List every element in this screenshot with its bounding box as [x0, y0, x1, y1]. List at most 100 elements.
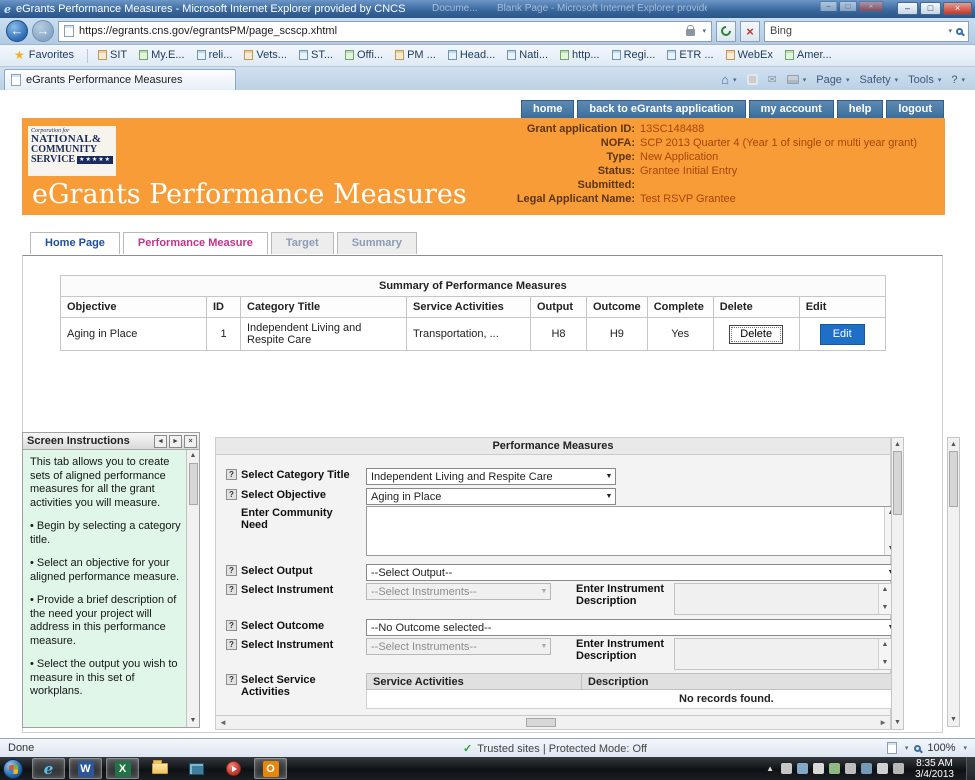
- app-title: eGrants Performance Measures: [32, 179, 467, 210]
- favorite-link[interactable]: Amer...: [779, 48, 838, 63]
- minimize-button[interactable]: –: [897, 2, 918, 15]
- tab-home-page[interactable]: Home Page: [30, 232, 120, 254]
- help-button[interactable]: ?▾: [951, 74, 965, 86]
- page-tabs: Home Page Performance Measure Target Sum…: [30, 232, 417, 254]
- tray-icon[interactable]: [861, 763, 872, 774]
- favicon-icon: [667, 50, 676, 60]
- page-menu[interactable]: Page▾: [816, 74, 849, 86]
- search-icon[interactable]: [956, 28, 963, 35]
- stop-button[interactable]: ×: [740, 21, 760, 42]
- forward-button[interactable]: →: [32, 20, 54, 42]
- search-dropdown-icon[interactable]: ▾: [948, 27, 952, 35]
- favorite-link[interactable]: Vets...: [238, 48, 293, 63]
- address-dropdown-icon[interactable]: ▾: [702, 27, 706, 35]
- start-button[interactable]: [3, 759, 23, 779]
- close-button[interactable]: ×: [943, 2, 972, 15]
- form-vertical-scrollbar[interactable]: ▲ ▼: [891, 437, 904, 730]
- star-icon: ★: [14, 48, 25, 62]
- nav-home-button[interactable]: home: [521, 100, 574, 119]
- favorite-link[interactable]: WebEx: [720, 48, 779, 63]
- read-mail-button[interactable]: ✉: [768, 73, 777, 86]
- url-text: https://egrants.cns.gov/egrantsPM/page_s…: [79, 25, 681, 37]
- print-button[interactable]: ▾: [787, 75, 807, 84]
- rss-icon: [747, 74, 758, 85]
- help-icon[interactable]: ?: [226, 620, 237, 631]
- form-horizontal-scrollbar[interactable]: ◄►: [216, 715, 890, 729]
- taskbar-word-button[interactable]: W: [69, 758, 102, 779]
- output-select[interactable]: --Select Output--▼: [366, 564, 898, 581]
- show-hidden-icons-button[interactable]: ▲: [764, 764, 776, 773]
- refresh-button[interactable]: [716, 21, 736, 42]
- favicon-icon: [345, 50, 354, 60]
- favorites-bar: ★ Favorites SIT My.E... reli... Vets... …: [0, 45, 975, 67]
- back-button[interactable]: ←: [6, 20, 28, 42]
- favorite-link[interactable]: http...: [554, 48, 606, 63]
- tray-icon[interactable]: [797, 763, 808, 774]
- network-icon[interactable]: [877, 763, 888, 774]
- nav-back-to-egrants-button[interactable]: back to eGrants application: [577, 100, 745, 119]
- edit-button[interactable]: Edit: [820, 324, 865, 345]
- community-need-textarea[interactable]: ▲▼: [366, 506, 898, 556]
- search-input[interactable]: Bing ▾: [764, 21, 969, 42]
- system-tray: ▲ 8:35 AM 3/4/2013: [764, 757, 975, 780]
- favorite-link[interactable]: Head...: [442, 48, 501, 63]
- tab-target[interactable]: Target: [271, 232, 334, 254]
- scrollbar-thumb[interactable]: [526, 718, 556, 727]
- taskbar-outlook-button[interactable]: O: [254, 758, 287, 779]
- taskbar-clock[interactable]: 8:35 AM 3/4/2013: [909, 758, 961, 780]
- chevron-down-icon[interactable]: ▾: [905, 744, 909, 752]
- favorite-link[interactable]: ETR ...: [661, 48, 719, 63]
- category-title-select[interactable]: Independent Living and Respite Care▼: [366, 468, 616, 485]
- taskbar-folder-button[interactable]: [143, 758, 176, 779]
- command-bar: ⌂▾ ✉ ▾ Page▾ Safety▾ Tools▾ ?▾: [721, 72, 971, 90]
- help-icon[interactable]: ?: [226, 639, 237, 650]
- prev-instruction-button[interactable]: ◄: [154, 435, 167, 448]
- taskbar-player-button[interactable]: [217, 758, 250, 779]
- address-input[interactable]: https://egrants.cns.gov/egrantsPM/page_s…: [58, 21, 712, 42]
- favorite-link[interactable]: Nati...: [501, 48, 554, 63]
- help-icon[interactable]: ?: [226, 674, 237, 685]
- window-controls: – □ ×: [897, 2, 972, 15]
- page-vertical-scrollbar[interactable]: ▲ ▼: [947, 437, 960, 727]
- favicon-icon: [612, 50, 621, 60]
- objective-select[interactable]: Aging in Place▼: [366, 488, 616, 505]
- favorite-link[interactable]: reli...: [191, 48, 239, 63]
- chevron-down-icon[interactable]: ▾: [963, 744, 967, 752]
- taskbar-app-button[interactable]: [180, 758, 213, 779]
- favorite-link[interactable]: My.E...: [133, 48, 190, 63]
- nav-help-button[interactable]: help: [837, 100, 884, 119]
- show-desktop-button[interactable]: [966, 757, 975, 780]
- tools-menu[interactable]: Tools▾: [908, 74, 941, 86]
- home-button[interactable]: ⌂▾: [721, 72, 736, 87]
- favorite-link[interactable]: Offi...: [339, 48, 389, 63]
- feeds-button[interactable]: [747, 74, 758, 85]
- outcome-select[interactable]: --No Outcome selected--▼: [366, 619, 898, 636]
- tray-icon[interactable]: [845, 763, 856, 774]
- help-icon[interactable]: ?: [226, 469, 237, 480]
- next-instruction-button[interactable]: ►: [169, 435, 182, 448]
- nav-my-account-button[interactable]: my account: [749, 100, 834, 119]
- help-icon[interactable]: ?: [226, 489, 237, 500]
- tab-summary[interactable]: Summary: [337, 232, 417, 254]
- taskbar-ie-button[interactable]: e: [32, 758, 65, 779]
- favorites-button[interactable]: ★ Favorites: [5, 46, 83, 65]
- delete-button[interactable]: Delete: [729, 325, 783, 344]
- favorite-link[interactable]: Regi...: [606, 48, 662, 63]
- close-instructions-button[interactable]: ×: [184, 435, 197, 448]
- favorite-link[interactable]: SIT: [92, 48, 133, 63]
- tray-icon[interactable]: [781, 763, 792, 774]
- taskbar-excel-button[interactable]: X: [106, 758, 139, 779]
- help-icon[interactable]: ?: [226, 584, 237, 595]
- browser-tab[interactable]: eGrants Performance Measures: [4, 69, 236, 90]
- safety-menu[interactable]: Safety▾: [859, 74, 898, 86]
- maximize-button[interactable]: □: [920, 2, 941, 15]
- instructions-scrollbar[interactable]: ▲▼: [186, 450, 199, 727]
- nav-logout-button[interactable]: logout: [886, 100, 944, 119]
- favorite-link[interactable]: PM ...: [389, 48, 442, 63]
- tray-icon[interactable]: [813, 763, 824, 774]
- help-icon[interactable]: ?: [226, 565, 237, 576]
- tray-icon[interactable]: [829, 763, 840, 774]
- favorite-link[interactable]: ST...: [293, 48, 339, 63]
- volume-icon[interactable]: [893, 763, 904, 774]
- tab-performance-measure[interactable]: Performance Measure: [123, 232, 268, 254]
